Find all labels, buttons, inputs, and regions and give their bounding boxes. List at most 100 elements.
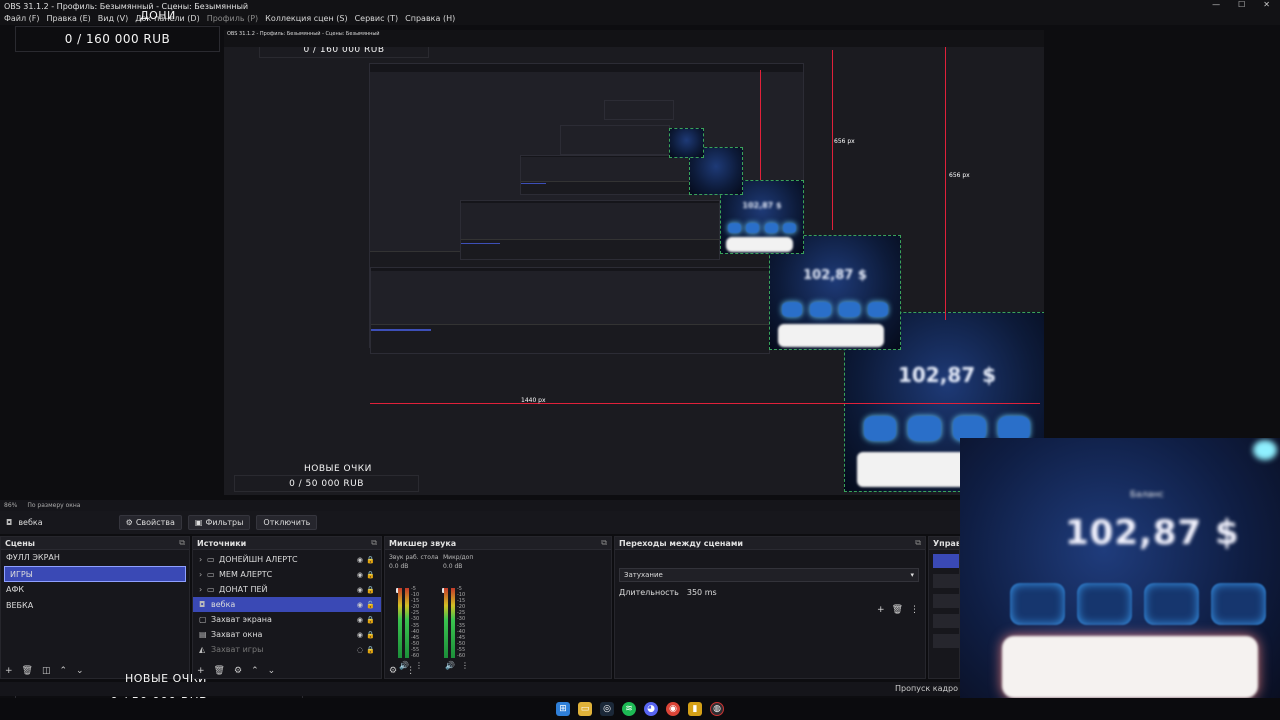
scene-item-afk[interactable]: АФК — [1, 582, 189, 598]
close-button[interactable]: ✕ — [1263, 0, 1270, 9]
chevron-right-icon[interactable]: › — [199, 585, 207, 594]
app-icon[interactable]: ▮ — [688, 702, 702, 716]
add-source-button[interactable]: + — [197, 666, 205, 676]
mixer-title: Микшер звука — [389, 538, 457, 548]
file-explorer-icon[interactable]: ▭ — [578, 702, 592, 716]
start-recording-button[interactable] — [933, 574, 959, 588]
delete-scene-button[interactable]: 🗑 — [22, 666, 33, 676]
add-scene-button[interactable]: + — [5, 666, 13, 676]
lock-icon[interactable]: 🔒 — [366, 556, 375, 564]
menu-scene-collection[interactable]: Коллекция сцен (S) — [265, 14, 347, 23]
scene-filters-button[interactable]: ◫ — [42, 666, 51, 676]
menu-view[interactable]: Вид (V) — [98, 14, 128, 23]
scene-item-webcam[interactable]: ВЕБКА — [1, 598, 189, 614]
eye-icon[interactable]: ◉ — [357, 571, 363, 579]
transition-select[interactable]: Затухание ▾ — [619, 568, 919, 582]
eye-icon[interactable]: ◉ — [357, 631, 363, 639]
scene-item-games[interactable]: ИГРЫ — [4, 566, 186, 582]
menu-profile[interactable]: Профиль (P) — [207, 14, 258, 23]
preview-canvas[interactable]: 102,87 $ 102,87 $ 102,87 $ 1440 px 656 p… — [224, 30, 1044, 495]
source-item-donat-pay[interactable]: › ▭ ДОНАТ ПЕЙ ◉ 🔒 — [193, 582, 381, 597]
lock-icon[interactable]: 🔒 — [366, 616, 375, 624]
volume-meter-mic-l — [444, 588, 448, 658]
start-streaming-button[interactable] — [933, 554, 959, 568]
lock-icon[interactable]: 🔒 — [366, 586, 375, 594]
delete-transition-button[interactable]: 🗑 — [892, 605, 903, 615]
eye-icon[interactable]: ◉ — [357, 616, 363, 624]
more-icon[interactable]: ⋮ — [461, 661, 469, 670]
mixer-settings-icon[interactable]: ⚙ — [389, 666, 397, 676]
inner-glasses-title: НОВЫЕ ОЧКИ — [304, 464, 372, 474]
disable-button[interactable]: Отключить — [256, 515, 318, 530]
eye-icon[interactable]: ◉ — [357, 556, 363, 564]
more-icon[interactable]: ⋮ — [406, 666, 415, 676]
steam-icon[interactable]: ◎ — [600, 702, 614, 716]
studio-mode-button[interactable] — [933, 614, 959, 628]
filter-icon: ▣ — [194, 518, 203, 527]
virtual-camera-button[interactable] — [933, 594, 959, 608]
lock-icon[interactable]: 🔒 — [366, 631, 375, 639]
nested-capture-2 — [460, 200, 720, 260]
move-down-icon[interactable]: ⌄ — [268, 666, 276, 676]
duration-input[interactable]: 350 ms — [687, 588, 717, 597]
scenes-dock: Сцены ⧉ ФУЛЛ ЭКРАН ИГРЫ АФК ВЕБКА + 🗑 ◫ ⌃… — [0, 536, 190, 679]
settings-button[interactable] — [933, 634, 959, 648]
nested-capture-6 — [370, 267, 770, 354]
move-up-icon[interactable]: ⌃ — [60, 666, 68, 676]
menu-tools[interactable]: Сервис (T) — [355, 14, 399, 23]
dock-undock-icon[interactable]: ⧉ — [371, 538, 377, 548]
maximize-button[interactable]: ☐ — [1238, 0, 1245, 9]
db-scale-desktop: -5 -10 -15 -20 -25 -30 -35 -40 -45 -50 -55 -60 — [411, 586, 420, 660]
menu-bar: Файл (F) Правка (E) Вид (V) Док-панели (… — [0, 12, 1280, 25]
measure-line-horizontal — [370, 403, 1040, 404]
folder-icon: ▭ — [207, 570, 215, 579]
scene-item-full-screen[interactable]: ФУЛЛ ЭКРАН — [1, 550, 189, 566]
menu-help[interactable]: Справка (H) — [405, 14, 455, 23]
lock-icon[interactable]: 🔒 — [366, 646, 375, 654]
obs-icon[interactable]: ◍ — [710, 702, 724, 716]
measure-label-656-a: 656 px — [949, 172, 970, 179]
dock-undock-icon[interactable]: ⧉ — [601, 538, 607, 548]
source-item-window-capture[interactable]: ▤ Захват окна ◉ 🔒 — [193, 627, 381, 642]
eye-icon[interactable]: ◉ — [357, 586, 363, 594]
eye-off-icon[interactable]: ◌ — [357, 646, 363, 654]
source-settings-button[interactable]: ⚙ — [234, 666, 242, 676]
move-down-icon[interactable]: ⌄ — [76, 666, 84, 676]
source-item-donation-alerts[interactable]: › ▭ ДОНЕЙШН АЛЕРТС ◉ 🔒 — [193, 552, 381, 567]
lock-icon[interactable]: 🔒 — [366, 571, 375, 579]
sources-title: Источники — [197, 538, 247, 548]
dock-undock-icon[interactable]: ⧉ — [179, 538, 185, 548]
zoom-level[interactable]: 86% — [4, 502, 17, 509]
delete-source-button[interactable]: 🗑 — [214, 666, 225, 676]
menu-file[interactable]: Файл (F) — [4, 14, 40, 23]
monitor-icon: ▢ — [199, 615, 207, 624]
chrome-icon[interactable]: ◉ — [666, 702, 680, 716]
chevron-right-icon[interactable]: › — [199, 555, 207, 564]
move-up-icon[interactable]: ⌃ — [251, 666, 259, 676]
source-item-game-capture[interactable]: ◭ Захват игры ◌ 🔒 — [193, 642, 381, 657]
lock-icon[interactable]: 🔓 — [366, 601, 375, 609]
windows-start-icon[interactable]: ⊞ — [556, 702, 570, 716]
volume-meter-desktop-r — [405, 588, 409, 658]
menu-edit[interactable]: Правка (E) — [47, 14, 91, 23]
discord-icon[interactable]: ◕ — [644, 702, 658, 716]
more-icon[interactable]: ⋮ — [415, 661, 423, 670]
spotify-icon[interactable]: ≋ — [622, 702, 636, 716]
inner-window-title: OBS 31.1.2 - Профиль: Безымянный - Сцены… — [224, 30, 1044, 39]
add-transition-button[interactable]: + — [877, 605, 885, 615]
zoom-bar: 86% По размеру окна — [0, 500, 960, 511]
chevron-right-icon[interactable]: › — [199, 570, 207, 579]
preview-area[interactable]: 102,87 $ 102,87 $ 102,87 $ 1440 px 656 p… — [0, 9, 1280, 500]
scenes-title: Сцены — [5, 538, 35, 548]
source-item-webcam[interactable]: ◘ вебка ◉ 🔓 — [193, 597, 381, 612]
minimize-button[interactable]: — — [1212, 0, 1220, 9]
filters-button[interactable]: ▣ Фильтры — [187, 515, 251, 530]
dock-undock-icon[interactable]: ⧉ — [915, 538, 921, 548]
eye-icon[interactable]: ◉ — [357, 601, 363, 609]
speaker-icon[interactable]: 🔊 — [445, 661, 455, 670]
properties-button[interactable]: ⚙ Свойства — [118, 515, 182, 530]
more-icon[interactable]: ⋮ — [910, 605, 919, 615]
source-item-mem-alerts[interactable]: › ▭ МЕМ АЛЕРТС ◉ 🔒 — [193, 567, 381, 582]
zoom-fit-select[interactable]: По размеру окна — [27, 502, 80, 509]
source-item-screen-capture[interactable]: ▢ Захват экрана ◉ 🔒 — [193, 612, 381, 627]
